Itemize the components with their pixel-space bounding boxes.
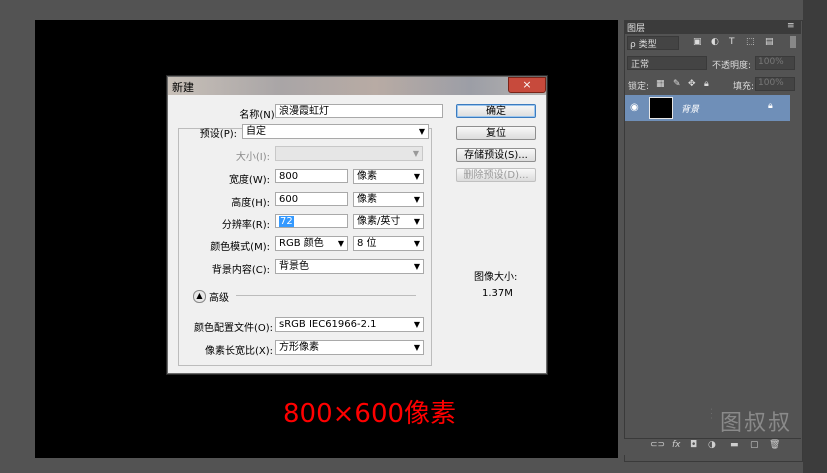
adjustment-filter-icon[interactable]: ◐ <box>711 37 719 47</box>
chevron-down-icon: ▼ <box>413 320 420 329</box>
close-button[interactable]: × <box>508 77 546 93</box>
width-field[interactable]: 800 <box>275 169 348 183</box>
color-profile-value: sRGB IEC61966-2.1 <box>279 319 377 330</box>
color-mode-value: RGB 颜色 <box>279 238 324 249</box>
tab-layers[interactable]: 图层 <box>627 21 645 34</box>
color-mode-label: 颜色模式(M): <box>210 242 270 253</box>
fill-field[interactable]: 100% <box>755 77 795 91</box>
advanced-label: 高级 <box>209 293 229 304</box>
layer-lock-icon: 🔒︎ <box>768 101 773 111</box>
smart-object-filter-icon[interactable]: ▤ <box>765 37 774 47</box>
pixel-aspect-value: 方形像素 <box>279 342 319 353</box>
height-unit-value: 像素 <box>357 194 377 205</box>
mask-icon[interactable]: ◘ <box>690 440 697 450</box>
type-filter-icon[interactable]: T <box>729 37 735 47</box>
reset-button[interactable]: 复位 <box>456 126 536 140</box>
kind-filter-select[interactable]: ρ 类型 <box>627 36 679 50</box>
advanced-toggle-icon[interactable]: ▲ <box>193 290 206 303</box>
trash-icon[interactable]: 🗑︎ <box>769 440 780 450</box>
size-label: 大小(I): <box>235 152 270 163</box>
lock-label: 锁定: <box>628 82 650 92</box>
pixel-aspect-label: 像素长宽比(X): <box>204 346 273 357</box>
resolution-value: 72 <box>279 216 294 227</box>
kind-filter-value: ρ 类型 <box>630 40 657 50</box>
layers-tabbar <box>624 20 801 34</box>
height-field[interactable]: 600 <box>275 192 348 206</box>
blend-mode-value: 正常 <box>631 60 650 70</box>
right-dock-strip <box>803 0 827 473</box>
folder-icon[interactable]: ▬ <box>730 440 739 450</box>
lock-all-icon[interactable]: 🔒︎ <box>704 79 709 89</box>
color-profile-select[interactable]: sRGB IEC61966-2.1 ▼ <box>275 317 424 332</box>
chevron-down-icon: ▼ <box>413 172 420 181</box>
shape-filter-icon[interactable]: ⬚ <box>746 37 755 47</box>
adjustment-icon[interactable]: ◑ <box>708 440 716 450</box>
dialog-title: 新建 <box>172 81 194 94</box>
save-preset-button[interactable]: 存储预设(S)... <box>456 148 536 162</box>
new-document-dialog: 新建 × 名称(N): 浪漫霞虹灯 预设(P): 自定 ▼ 大小(I): ▼ 宽… <box>167 76 547 374</box>
watermark-seal: · · · <box>707 408 715 420</box>
color-mode-select[interactable]: RGB 颜色 ▼ <box>275 236 348 251</box>
resolution-unit-select[interactable]: 像素/英寸 ▼ <box>353 214 424 229</box>
size-select: ▼ <box>275 146 423 161</box>
pixel-filter-icon[interactable]: ▣ <box>693 37 702 47</box>
resolution-label: 分辨率(R): <box>221 220 270 231</box>
preset-select[interactable]: 自定 ▼ <box>242 124 429 139</box>
background-contents-label: 背景内容(C): <box>211 265 270 276</box>
opacity-label: 不透明度: <box>712 61 752 71</box>
filter-toggle[interactable] <box>790 36 796 48</box>
width-label: 宽度(W): <box>228 175 270 186</box>
chevron-down-icon: ▼ <box>337 239 344 248</box>
watermark-text: 图叔叔 <box>720 411 793 436</box>
new-layer-icon[interactable]: ▢ <box>750 440 759 450</box>
visibility-eye-icon[interactable]: ◉ <box>630 102 639 113</box>
width-unit-select[interactable]: 像素 ▼ <box>353 169 424 184</box>
bit-depth-value: 8 位 <box>357 238 377 249</box>
background-contents-select[interactable]: 背景色 ▼ <box>275 259 424 274</box>
link-icon[interactable]: ⊂⊃ <box>650 440 665 450</box>
name-label: 名称(N): <box>239 110 278 121</box>
lock-position-icon[interactable]: ✥ <box>688 79 696 89</box>
lock-image-icon[interactable]: ✎ <box>673 79 681 89</box>
opacity-field[interactable]: 100% <box>755 56 795 70</box>
chevron-down-icon: ▼ <box>413 195 420 204</box>
image-size-label: 图像大小: <box>474 272 518 283</box>
blend-mode-select[interactable]: 正常 <box>627 56 707 70</box>
height-unit-select[interactable]: 像素 ▼ <box>353 192 424 207</box>
chevron-down-icon: ▼ <box>412 149 419 158</box>
resolution-unit-value: 像素/英寸 <box>357 216 401 227</box>
chevron-down-icon: ▼ <box>413 239 420 248</box>
dialog-titlebar[interactable]: 新建 × <box>168 77 546 95</box>
advanced-divider <box>236 295 416 296</box>
background-contents-value: 背景色 <box>279 261 309 272</box>
chevron-down-icon: ▼ <box>418 127 425 136</box>
chevron-down-icon: ▼ <box>413 217 420 226</box>
preset-label: 预设(P): <box>199 129 237 140</box>
height-label: 高度(H): <box>231 198 270 209</box>
fx-icon[interactable]: fx <box>672 440 681 450</box>
panel-menu-icon[interactable]: ≡ <box>787 21 795 31</box>
layer-name[interactable]: 背景 <box>681 102 699 115</box>
chevron-down-icon: ▼ <box>413 262 420 271</box>
name-field[interactable]: 浪漫霞虹灯 <box>275 104 443 118</box>
bit-depth-select[interactable]: 8 位 ▼ <box>353 236 424 251</box>
color-profile-label: 颜色配置文件(O): <box>193 323 273 334</box>
layer-thumbnail <box>649 97 673 119</box>
width-unit-value: 像素 <box>357 171 377 182</box>
resolution-field[interactable]: 72 <box>275 214 348 228</box>
size-caption: 800×600像素 <box>283 399 457 429</box>
chevron-down-icon: ▼ <box>413 343 420 352</box>
pixel-aspect-select[interactable]: 方形像素 ▼ <box>275 340 424 355</box>
preset-value: 自定 <box>246 126 266 137</box>
fill-label: 填充: <box>733 82 755 92</box>
delete-preset-button: 删除预设(D)... <box>456 168 536 182</box>
lock-transparent-icon[interactable]: ▦ <box>656 79 665 89</box>
ok-button[interactable]: 确定 <box>456 104 536 118</box>
image-size-value: 1.37M <box>482 288 513 299</box>
